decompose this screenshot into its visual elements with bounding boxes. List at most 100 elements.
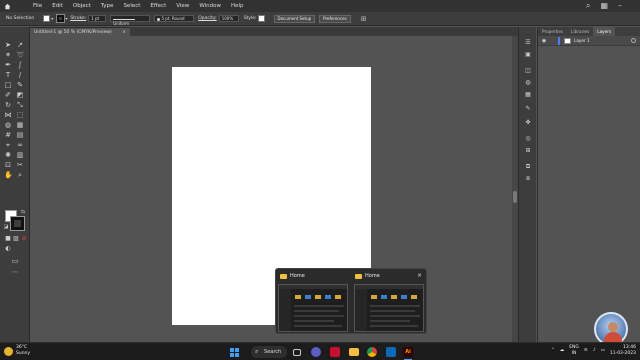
battery-icon[interactable]: ▭ <box>601 348 605 354</box>
close-icon[interactable]: × <box>417 272 422 279</box>
edit-toolbar-icon[interactable]: ⋯ <box>11 268 19 276</box>
shaper-tool-icon[interactable]: ✐ <box>4 91 12 99</box>
opacity-label[interactable]: Opacity: <box>198 16 217 21</box>
menu-select[interactable]: Select <box>118 0 145 12</box>
align-panel-icon[interactable]: ⧉ <box>524 163 532 171</box>
home-icon[interactable] <box>0 0 14 12</box>
swatches-panel-icon[interactable]: ▦ <box>524 91 532 99</box>
line-tool-icon[interactable]: / <box>16 71 24 79</box>
mcafee-icon[interactable] <box>330 347 340 357</box>
stroke-swatch[interactable] <box>10 216 25 231</box>
color-mode-icon[interactable]: ■ <box>4 235 12 243</box>
scale-tool-icon[interactable]: ⤡ <box>16 101 24 109</box>
gradient-tool-icon[interactable]: ▤ <box>16 131 24 139</box>
draw-mode-icon[interactable]: ◐ <box>4 245 12 253</box>
cloud-icon[interactable]: ☁ <box>560 348 565 354</box>
fill-color-swatch[interactable] <box>43 15 51 22</box>
document-setup-button[interactable]: Document Setup <box>273 14 316 23</box>
arrange-documents-icon[interactable]: ⊞ <box>361 15 367 23</box>
language-indicator[interactable]: ENG IN <box>569 345 579 357</box>
minimize-icon[interactable]: – <box>618 1 622 11</box>
gradient-mode-icon[interactable]: ▨ <box>12 235 20 243</box>
opacity-field[interactable]: 100% <box>218 15 239 22</box>
paintbrush-tool-icon[interactable]: ✎ <box>16 81 24 89</box>
pathfinder-panel-icon[interactable]: ⧈ <box>524 175 532 183</box>
column-graph-icon[interactable]: ▥ <box>16 151 24 159</box>
layers-panel-icon[interactable]: ◫ <box>524 67 532 75</box>
layer-row[interactable]: ◉ Layer 1 <box>538 36 640 46</box>
properties-panel-icon[interactable]: ☰ <box>524 39 532 47</box>
artboard-tool-icon[interactable]: ⊡ <box>4 161 12 169</box>
perspective-grid-icon[interactable]: ▦ <box>16 121 24 129</box>
variable-width-profile[interactable]: Uniform <box>110 15 151 26</box>
slice-tool-icon[interactable]: ✂ <box>16 161 24 169</box>
symbol-sprayer-icon[interactable]: ✺ <box>4 151 12 159</box>
tab-properties[interactable]: Properties <box>538 27 567 36</box>
menu-view[interactable]: View <box>171 0 194 12</box>
transform-panel-icon[interactable]: ⊞ <box>524 147 532 155</box>
brushes-panel-icon[interactable]: ✎ <box>524 105 532 113</box>
tab-layers[interactable]: Layers <box>593 27 616 36</box>
eyedropper-icon[interactable]: ⌖ <box>4 141 12 149</box>
appearance-panel-icon[interactable]: ◎ <box>524 135 532 143</box>
menu-help[interactable]: Help <box>226 0 249 12</box>
chevron-up-icon[interactable]: ⌃ <box>551 348 555 354</box>
workspace-grid-icon[interactable]: ▦ <box>600 1 608 11</box>
free-transform-icon[interactable]: ⬚ <box>16 111 24 119</box>
menu-object[interactable]: Object <box>68 0 96 12</box>
direct-selection-tool-icon[interactable]: ↗ <box>16 41 24 49</box>
stroke-weight-field[interactable]: 1 pt <box>88 15 107 22</box>
dropdown-chevron-icon[interactable]: ▾ <box>51 16 53 21</box>
layer-name[interactable]: Layer 1 <box>574 38 590 43</box>
menu-window[interactable]: Window <box>194 0 226 12</box>
preview-title-1[interactable]: Home <box>280 273 305 279</box>
preview-title-2[interactable]: Home <box>355 273 380 279</box>
tab-libraries[interactable]: Libraries <box>567 27 593 36</box>
hand-tool-icon[interactable]: ✋ <box>4 171 13 179</box>
menu-edit[interactable]: Edit <box>47 0 68 12</box>
libraries-panel-icon[interactable]: ▣ <box>524 51 532 59</box>
curvature-tool-icon[interactable]: ∫ <box>16 61 24 69</box>
scrollbar-thumb[interactable] <box>513 191 517 203</box>
preview-thumbnail-1[interactable] <box>278 284 348 332</box>
pen-tool-icon[interactable]: ✒ <box>4 61 12 69</box>
magic-wand-icon[interactable]: ✶ <box>4 51 12 59</box>
mesh-tool-icon[interactable]: # <box>4 131 12 139</box>
eraser-tool-icon[interactable]: ◩ <box>16 91 24 99</box>
photos-icon[interactable] <box>386 347 396 357</box>
blend-tool-icon[interactable]: ∞ <box>16 141 24 149</box>
none-mode-icon[interactable]: ⊘ <box>20 235 28 243</box>
search-icon[interactable]: ⌕ <box>586 1 590 11</box>
chrome-icon[interactable] <box>367 347 377 357</box>
preview-thumbnail-2[interactable] <box>354 284 424 332</box>
volume-icon[interactable]: ♪ <box>593 348 596 354</box>
selection-tool-icon[interactable]: ➤ <box>4 41 12 49</box>
task-view-icon[interactable] <box>293 349 301 356</box>
document-tab[interactable]: Untitled-1 @ 50 % (CMYK/Preview) × <box>30 27 130 36</box>
clock[interactable]: 13:46 11-03-2023 <box>610 345 636 357</box>
stroke-label[interactable]: Stroke: <box>70 16 86 21</box>
lasso-tool-icon[interactable]: ➰ <box>16 51 25 59</box>
preferences-button[interactable]: Preferences <box>319 14 351 23</box>
teams-icon[interactable] <box>311 347 321 357</box>
windows-start-icon[interactable] <box>229 347 239 357</box>
graphic-style-swatch[interactable] <box>257 15 265 22</box>
menu-effect[interactable]: Effect <box>145 0 171 12</box>
color-panel-icon[interactable]: ◍ <box>524 79 532 87</box>
width-tool-icon[interactable]: ⋈ <box>4 111 12 119</box>
rotate-tool-icon[interactable]: ↻ <box>4 101 12 109</box>
stroke-color-swatch[interactable] <box>56 14 66 23</box>
type-tool-icon[interactable]: T <box>4 71 12 79</box>
menu-type[interactable]: Type <box>96 0 119 12</box>
illustrator-icon[interactable]: Ai <box>403 347 413 357</box>
dropdown-chevron-icon[interactable]: ▾ <box>65 16 67 21</box>
taskbar-search[interactable]: ⌕ Search <box>251 346 287 358</box>
default-colors-icon[interactable]: ◪ <box>2 223 10 231</box>
shape-builder-icon[interactable]: ◍ <box>4 121 12 129</box>
visibility-eye-icon[interactable]: ◉ <box>538 38 550 44</box>
layer-target-icon[interactable] <box>631 38 636 43</box>
file-explorer-icon[interactable] <box>349 348 359 356</box>
brush-definition[interactable]: 5 pt. Round <box>154 15 195 22</box>
wifi-icon[interactable]: ≋ <box>584 348 588 354</box>
menu-file[interactable]: File <box>28 0 47 12</box>
